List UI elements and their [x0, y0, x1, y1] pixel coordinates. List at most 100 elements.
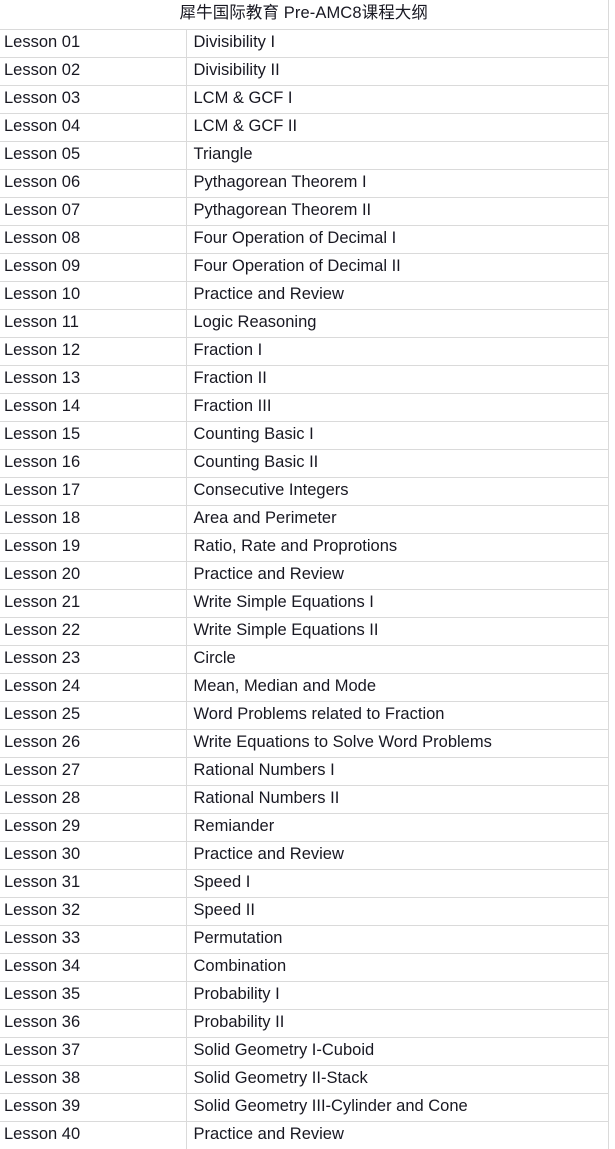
lesson-topic-cell: Solid Geometry II-Stack	[186, 1065, 609, 1094]
lesson-number-cell: Lesson 34	[0, 953, 187, 982]
lesson-topic-cell: Area and Perimeter	[186, 505, 609, 534]
course-outline-table: 犀牛国际教育 Pre-AMC8课程大纲 Lesson 01 Divisibilit…	[0, 0, 609, 1149]
lesson-number-cell: Lesson 31	[0, 869, 187, 898]
lesson-number-cell: Lesson 40	[0, 1121, 187, 1149]
table-row: Lesson 18 Area and Perimeter	[0, 505, 609, 534]
lesson-number-cell: Lesson 39	[0, 1093, 187, 1122]
lesson-topic-cell: Practice and Review	[186, 561, 609, 590]
lesson-topic-cell: Probability II	[186, 1009, 609, 1038]
lesson-number-cell: Lesson 01	[0, 29, 187, 58]
lesson-number-cell: Lesson 15	[0, 421, 187, 450]
lesson-number-cell: Lesson 03	[0, 85, 187, 114]
page-title: 犀牛国际教育 Pre-AMC8课程大纲	[0, 0, 609, 30]
lesson-number-cell: Lesson 16	[0, 449, 187, 478]
lesson-topic-cell: Counting Basic I	[186, 421, 609, 450]
lesson-number-cell: Lesson 37	[0, 1037, 187, 1066]
table-row: Lesson 16 Counting Basic II	[0, 449, 609, 478]
lesson-topic-cell: Permutation	[186, 925, 609, 954]
table-row: Lesson 24 Mean, Median and Mode	[0, 673, 609, 702]
lesson-number-cell: Lesson 17	[0, 477, 187, 506]
lesson-number-cell: Lesson 36	[0, 1009, 187, 1038]
lesson-topic-cell: Combination	[186, 953, 609, 982]
lesson-topic-cell: Write Simple Equations II	[186, 617, 609, 646]
lesson-topic-cell: Pythagorean Theorem I	[186, 169, 609, 198]
lesson-topic-cell: Speed II	[186, 897, 609, 926]
table-row: Lesson 38 Solid Geometry II-Stack	[0, 1065, 609, 1094]
lesson-number-cell: Lesson 04	[0, 113, 187, 142]
table-row: Lesson 39 Solid Geometry III-Cylinder and…	[0, 1093, 609, 1122]
lesson-topic-cell: Four Operation of Decimal I	[186, 225, 609, 254]
lesson-number-cell: Lesson 26	[0, 729, 187, 758]
lesson-number-cell: Lesson 28	[0, 785, 187, 814]
lesson-number-cell: Lesson 10	[0, 281, 187, 310]
table-row: Lesson 23 Circle	[0, 645, 609, 674]
table-row: Lesson 12 Fraction I	[0, 337, 609, 366]
table-row: Lesson 27 Rational Numbers I	[0, 757, 609, 786]
lesson-number-cell: Lesson 20	[0, 561, 187, 590]
lesson-topic-cell: Fraction I	[186, 337, 609, 366]
lesson-number-cell: Lesson 23	[0, 645, 187, 674]
lesson-number-cell: Lesson 09	[0, 253, 187, 282]
table-row: Lesson 28 Rational Numbers II	[0, 785, 609, 814]
table-row: Lesson 34 Combination	[0, 953, 609, 982]
lesson-number-cell: Lesson 21	[0, 589, 187, 618]
table-row: Lesson 21 Write Simple Equations I	[0, 589, 609, 618]
lesson-number-cell: Lesson 27	[0, 757, 187, 786]
table-row: Lesson 22 Write Simple Equations II	[0, 617, 609, 646]
table-row: Lesson 40 Practice and Review	[0, 1121, 609, 1149]
lesson-number-cell: Lesson 13	[0, 365, 187, 394]
lesson-number-cell: Lesson 11	[0, 309, 187, 338]
lesson-topic-cell: Pythagorean Theorem II	[186, 197, 609, 226]
table-row: Lesson 04 LCM & GCF II	[0, 113, 609, 142]
lesson-topic-cell: LCM & GCF I	[186, 85, 609, 114]
lesson-topic-cell: Solid Geometry III-Cylinder and Cone	[186, 1093, 609, 1122]
table-row: Lesson 10 Practice and Review	[0, 281, 609, 310]
lesson-topic-cell: Write Equations to Solve Word Problems	[186, 729, 609, 758]
table-row: Lesson 14 Fraction III	[0, 393, 609, 422]
lesson-topic-cell: Practice and Review	[186, 281, 609, 310]
lesson-number-cell: Lesson 32	[0, 897, 187, 926]
lesson-number-cell: Lesson 29	[0, 813, 187, 842]
lesson-number-cell: Lesson 02	[0, 57, 187, 86]
lesson-topic-cell: Practice and Review	[186, 1121, 609, 1149]
lesson-topic-cell: Write Simple Equations I	[186, 589, 609, 618]
lesson-topic-cell: Speed I	[186, 869, 609, 898]
lesson-topic-cell: Consecutive Integers	[186, 477, 609, 506]
lesson-topic-cell: Remiander	[186, 813, 609, 842]
table-row: Lesson 35 Probability I	[0, 981, 609, 1010]
lesson-topic-cell: Ratio, Rate and Proprotions	[186, 533, 609, 562]
lesson-topic-cell: Triangle	[186, 141, 609, 170]
table-row: Lesson 37 Solid Geometry I-Cuboid	[0, 1037, 609, 1066]
table-title-row: 犀牛国际教育 Pre-AMC8课程大纲	[0, 0, 609, 30]
lesson-number-cell: Lesson 33	[0, 925, 187, 954]
lesson-topic-cell: Divisibility I	[186, 29, 609, 58]
table-row: Lesson 26 Write Equations to Solve Word P…	[0, 729, 609, 758]
course-outline-body: 犀牛国际教育 Pre-AMC8课程大纲 Lesson 01 Divisibilit…	[0, 0, 609, 1149]
lesson-number-cell: Lesson 38	[0, 1065, 187, 1094]
table-row: Lesson 11 Logic Reasoning	[0, 309, 609, 338]
lesson-topic-cell: Four Operation of Decimal II	[186, 253, 609, 282]
lesson-number-cell: Lesson 35	[0, 981, 187, 1010]
table-row: Lesson 30 Practice and Review	[0, 841, 609, 870]
table-row: Lesson 17 Consecutive Integers	[0, 477, 609, 506]
lesson-topic-cell: Mean, Median and Mode	[186, 673, 609, 702]
table-row: Lesson 19 Ratio, Rate and Proprotions	[0, 533, 609, 562]
lesson-topic-cell: Practice and Review	[186, 841, 609, 870]
lesson-number-cell: Lesson 22	[0, 617, 187, 646]
table-row: Lesson 03 LCM & GCF I	[0, 85, 609, 114]
lesson-number-cell: Lesson 05	[0, 141, 187, 170]
lesson-topic-cell: Word Problems related to Fraction	[186, 701, 609, 730]
table-row: Lesson 20 Practice and Review	[0, 561, 609, 590]
lesson-number-cell: Lesson 12	[0, 337, 187, 366]
table-row: Lesson 08 Four Operation of Decimal I	[0, 225, 609, 254]
lesson-number-cell: Lesson 18	[0, 505, 187, 534]
lesson-topic-cell: Fraction II	[186, 365, 609, 394]
lesson-topic-cell: Logic Reasoning	[186, 309, 609, 338]
table-row: Lesson 31 Speed I	[0, 869, 609, 898]
lesson-number-cell: Lesson 14	[0, 393, 187, 422]
table-row: Lesson 05 Triangle	[0, 141, 609, 170]
lesson-number-cell: Lesson 06	[0, 169, 187, 198]
table-row: Lesson 09 Four Operation of Decimal II	[0, 253, 609, 282]
lesson-number-cell: Lesson 19	[0, 533, 187, 562]
lesson-topic-cell: LCM & GCF II	[186, 113, 609, 142]
